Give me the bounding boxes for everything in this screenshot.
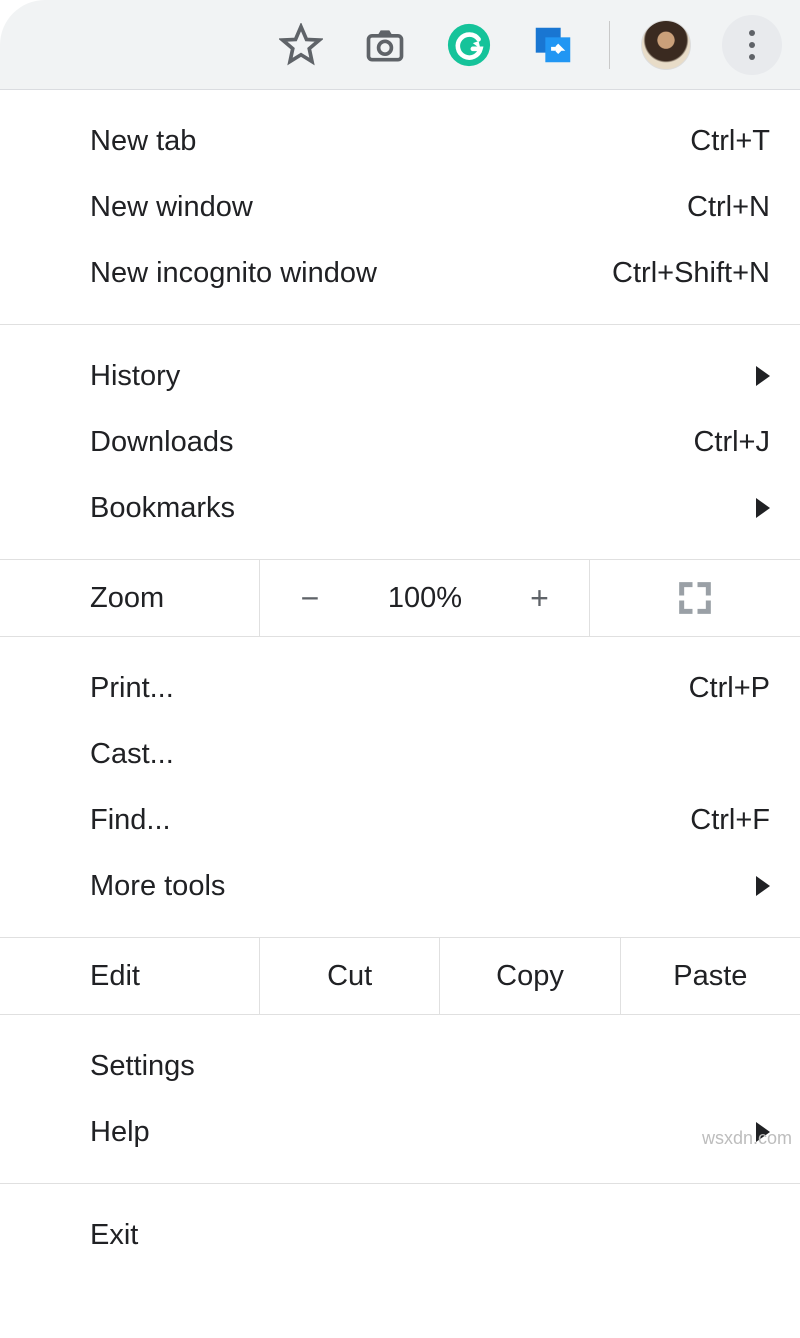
submenu-arrow-icon [756, 498, 770, 518]
menu-settings[interactable]: Settings [0, 1033, 800, 1099]
menu-label: History [90, 360, 746, 393]
zoom-label: Zoom [0, 560, 260, 636]
edit-paste-button[interactable]: Paste [621, 938, 800, 1014]
menu-cast[interactable]: Cast... [0, 721, 800, 787]
menu-exit[interactable]: Exit [0, 1202, 800, 1268]
menu-edit-row: Edit Cut Copy Paste [0, 937, 800, 1015]
menu-label: Print... [90, 672, 689, 705]
menu-shortcut: Ctrl+F [690, 804, 770, 837]
chrome-main-menu: New tab Ctrl+T New window Ctrl+N New inc… [0, 90, 800, 1268]
menu-help[interactable]: Help [0, 1099, 800, 1165]
menu-new-window[interactable]: New window Ctrl+N [0, 174, 800, 240]
watermark-text: wsxdn.com [702, 1128, 792, 1149]
toolbar-separator [609, 21, 610, 69]
grammarly-icon[interactable] [441, 17, 497, 73]
menu-label: Find... [90, 804, 690, 837]
menu-label: Help [90, 1116, 746, 1149]
menu-find[interactable]: Find... Ctrl+F [0, 787, 800, 853]
menu-label: New incognito window [90, 257, 612, 290]
menu-label: Cast... [90, 738, 770, 771]
menu-downloads[interactable]: Downloads Ctrl+J [0, 409, 800, 475]
menu-label: New tab [90, 125, 690, 158]
menu-shortcut: Ctrl+N [687, 191, 770, 224]
fullscreen-button[interactable] [590, 560, 800, 636]
menu-label: Downloads [90, 426, 693, 459]
submenu-arrow-icon [756, 876, 770, 896]
camera-icon[interactable] [357, 17, 413, 73]
share-export-icon[interactable] [525, 17, 581, 73]
menu-label: New window [90, 191, 687, 224]
menu-new-tab[interactable]: New tab Ctrl+T [0, 108, 800, 174]
zoom-value: 100% [360, 560, 490, 636]
menu-history[interactable]: History [0, 343, 800, 409]
menu-shortcut: Ctrl+T [690, 125, 770, 158]
menu-print[interactable]: Print... Ctrl+P [0, 655, 800, 721]
menu-label: Bookmarks [90, 492, 746, 525]
menu-label: Settings [90, 1050, 770, 1083]
submenu-arrow-icon [756, 366, 770, 386]
menu-shortcut: Ctrl+J [693, 426, 770, 459]
menu-zoom-row: Zoom − 100% + [0, 559, 800, 637]
menu-shortcut: Ctrl+Shift+N [612, 257, 770, 290]
menu-new-incognito[interactable]: New incognito window Ctrl+Shift+N [0, 240, 800, 306]
edit-label: Edit [0, 938, 260, 1014]
browser-toolbar [0, 0, 800, 90]
menu-label: More tools [90, 870, 746, 903]
zoom-in-button[interactable]: + [490, 560, 590, 636]
menu-more-tools[interactable]: More tools [0, 853, 800, 919]
edit-copy-button[interactable]: Copy [440, 938, 620, 1014]
kebab-menu-button[interactable] [722, 15, 782, 75]
bookmark-star-icon[interactable] [273, 17, 329, 73]
menu-bookmarks[interactable]: Bookmarks [0, 475, 800, 541]
menu-shortcut: Ctrl+P [689, 672, 770, 705]
zoom-out-button[interactable]: − [260, 560, 360, 636]
menu-label: Exit [90, 1219, 770, 1252]
user-avatar[interactable] [638, 17, 694, 73]
edit-cut-button[interactable]: Cut [260, 938, 440, 1014]
